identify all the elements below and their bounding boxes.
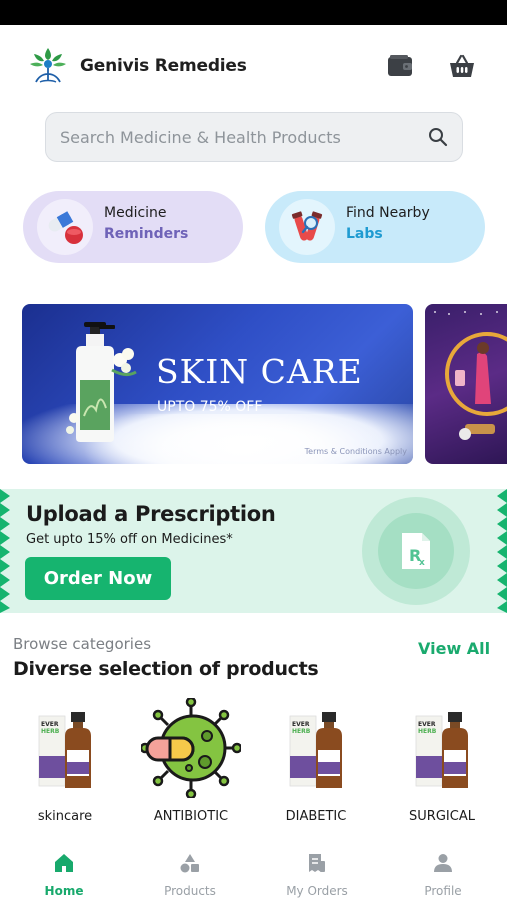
order-now-button[interactable]: Order Now [25,557,171,600]
shapes-icon [180,854,199,873]
nav-my-orders-label: My Orders [286,884,348,898]
test-tubes-icon [291,211,323,241]
nav-products-label: Products [164,884,216,898]
banner-subtitle: UPTO 75% OFF [157,399,263,415]
medicine-reminders-card[interactable]: Medicine Reminders [23,191,243,263]
lotion-bottle-image [66,322,137,442]
search-icon[interactable] [428,127,448,147]
wallet-icon[interactable] [386,53,414,79]
bottom-navigation: Home Products My Orders Profile [0,840,507,900]
prescription-upload-badge[interactable]: R x [362,497,470,605]
find-nearby-labs-card[interactable]: Find Nearby Labs [265,191,485,263]
app-title: Genivis Remedies [80,56,247,76]
svg-text:EVER: EVER [418,721,436,728]
status-bar [0,0,507,25]
orders-icon [309,854,325,872]
reminders-label: Reminders [104,226,189,242]
browse-categories-label: Browse categories [13,635,152,653]
next-banner-preview[interactable] [425,304,507,464]
home-icon [55,854,73,872]
strip-left-zigzag [0,489,10,613]
category-label: skincare [37,809,93,824]
festive-banner-image [434,311,507,440]
nav-products[interactable]: Products [140,850,240,898]
nav-profile-label: Profile [424,884,462,898]
genivis-logo-icon [30,48,66,83]
search-input[interactable] [60,113,410,161]
virus-capsule-icon [141,698,241,798]
nav-profile[interactable]: Profile [393,850,493,898]
svg-text:HERB: HERB [418,728,437,735]
banner-title: SKIN CARE [156,352,363,391]
nav-home-label: Home [44,884,84,898]
category-diabetic[interactable]: EVER HERB DIABETIC [261,698,371,830]
category-antibiotic[interactable]: ANTIBIOTIC [136,698,246,830]
svg-text:EVER: EVER [292,721,310,728]
prescription-file-icon: R x [402,533,430,569]
nav-my-orders[interactable]: My Orders [267,850,367,898]
product-bottle-icon: EVER HERB [289,712,342,788]
category-label: SURGICAL [409,809,475,824]
search-bar[interactable] [45,112,463,162]
category-label: ANTIBIOTIC [153,809,229,824]
strip-right-zigzag [497,489,507,613]
find-nearby-label: Find Nearby [346,205,430,221]
categories-heading: Diverse selection of products [13,658,319,680]
pills-icon-circle [37,199,93,255]
category-surgical[interactable]: EVER HERB SURGICAL [387,698,497,830]
banner-terms: Terms & Conditions Apply [304,447,407,456]
pills-icon [48,211,83,244]
category-label: DIABETIC [285,809,347,824]
svg-text:EVER: EVER [41,721,59,728]
nav-home[interactable]: Home [14,850,114,898]
profile-icon [434,854,452,872]
basket-icon[interactable] [448,53,476,79]
svg-text:HERB: HERB [41,728,60,735]
medicine-label: Medicine [104,205,167,221]
app-header: Genivis Remedies [0,25,507,109]
category-skincare[interactable]: EVER HERB skincare [10,698,120,830]
labs-label: Labs [346,226,383,242]
prescription-subtitle: Get upto 15% off on Medicines* [26,532,233,547]
product-bottle-icon: EVER HERB [415,712,468,788]
prescription-title: Upload a Prescription [26,502,276,526]
skin-care-banner[interactable]: SKIN CARE UPTO 75% OFF Terms & Condition… [22,304,413,464]
svg-text:HERB: HERB [292,728,311,735]
svg-text:x: x [419,558,425,568]
view-all-link[interactable]: View All [418,639,490,658]
product-bottle-icon: EVER HERB [38,712,91,788]
test-tubes-icon-circle [279,199,335,255]
